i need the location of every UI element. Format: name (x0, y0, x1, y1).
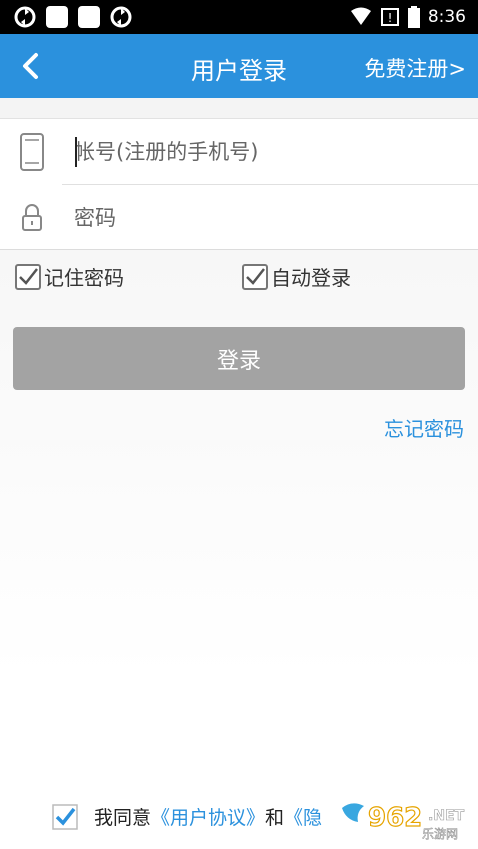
agreement-checkbox[interactable] (52, 803, 78, 830)
wifi-icon (350, 7, 371, 25)
status-bar: ! 8:36 (0, 0, 478, 34)
agreement-and: 和 (265, 807, 285, 829)
battery-icon (407, 6, 420, 28)
auto-login-label: 自动登录 (271, 266, 351, 290)
login-form (0, 118, 478, 250)
svg-text:962: 962 (368, 803, 422, 833)
user-agreement-link[interactable]: 《用户协议》 (151, 803, 265, 830)
system-icons: ! 8:36 (350, 6, 466, 28)
privacy-policy-link[interactable]: 《隐 (284, 803, 322, 830)
watermark-logo: 962 .NET 乐游网 (342, 802, 465, 841)
app-notification-icon (78, 6, 100, 28)
clock: 8:36 (427, 7, 466, 27)
svg-text:.NET: .NET (428, 808, 465, 824)
password-row (0, 185, 478, 251)
account-row (0, 119, 478, 185)
login-button[interactable]: 登录 (13, 327, 465, 390)
lock-icon (22, 204, 42, 231)
agreement-prefix: 我同意 (94, 807, 152, 829)
text-cursor (75, 137, 77, 167)
auto-login-option[interactable]: 自动登录 (241, 262, 351, 291)
login-options: 记住密码 自动登录 (0, 262, 478, 296)
no-sim-icon: ! (380, 8, 399, 26)
account-input[interactable] (74, 133, 464, 171)
app-notification-icon (46, 6, 68, 28)
remember-password-label: 记住密码 (44, 266, 124, 290)
notification-icons (14, 6, 132, 28)
sync-notification-icon (14, 6, 36, 28)
sync-notification-icon (110, 6, 132, 28)
forgot-password-link[interactable]: 忘记密码 (384, 413, 464, 442)
checkbox-checked-icon[interactable] (14, 263, 42, 291)
free-register-link[interactable]: 免费注册> (364, 53, 466, 83)
svg-text:!: ! (387, 11, 392, 25)
title-bar: 用户登录 免费注册> (0, 34, 478, 98)
password-input[interactable] (74, 199, 464, 237)
checkbox-checked-icon[interactable] (241, 263, 269, 291)
svg-text:乐游网: 乐游网 (422, 827, 458, 841)
agreement-row: 我同意 《用户协议》 和 《隐 (52, 803, 322, 830)
remember-password-option[interactable]: 记住密码 (14, 262, 124, 291)
phone-icon (20, 133, 44, 171)
